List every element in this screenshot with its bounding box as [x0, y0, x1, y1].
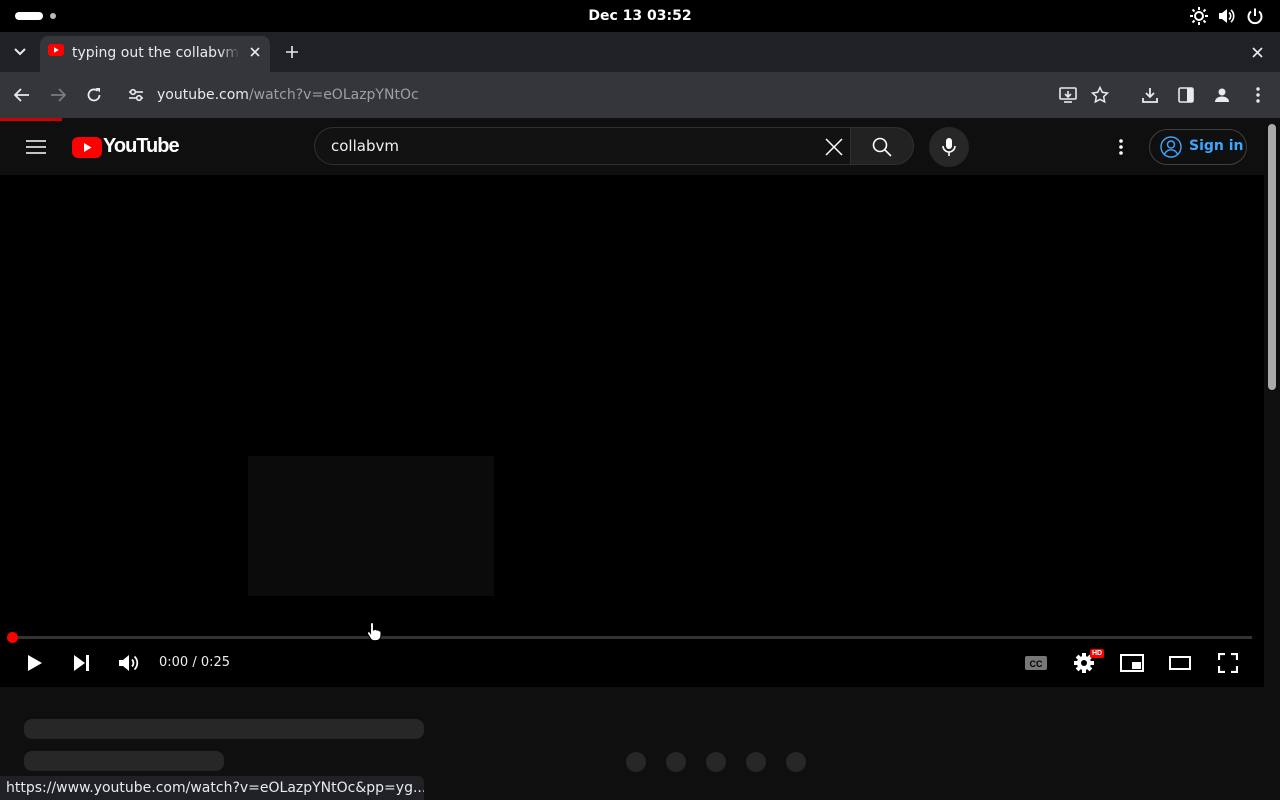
search-value[interactable]: collabvm — [331, 137, 399, 155]
loading-dot — [786, 752, 806, 772]
play-icon[interactable] — [22, 650, 48, 676]
next-video-icon[interactable] — [69, 650, 95, 676]
brightness-icon[interactable] — [1189, 6, 1209, 26]
svg-text:CC: CC — [1030, 659, 1043, 669]
downloads-icon[interactable] — [1139, 84, 1161, 106]
url-path: /watch?v=eOLazpYNtOc — [248, 87, 419, 103]
back-arrow-icon[interactable] — [11, 84, 33, 106]
loading-dot — [626, 752, 646, 772]
tab-title: typing out the collabvm n — [72, 45, 240, 61]
reload-icon[interactable] — [83, 84, 105, 106]
new-tab-icon[interactable] — [282, 42, 302, 62]
settings-kebab-icon[interactable] — [1110, 135, 1132, 159]
video-player[interactable] — [0, 175, 1264, 687]
url-text[interactable]: youtube.com/watch?v=eOLazpYNtOc — [157, 86, 419, 104]
video-overlay-placeholder — [248, 456, 494, 596]
system-clock[interactable]: Dec 13 03:52 — [0, 0, 1280, 32]
time-display: 0:00 / 0:25 — [159, 655, 231, 670]
miniplayer-icon[interactable] — [1119, 650, 1145, 676]
youtube-logo-icon[interactable] — [72, 137, 102, 158]
captions-icon[interactable]: CC — [1023, 650, 1049, 676]
hd-badge: HD — [1090, 649, 1104, 658]
title-skeleton — [24, 719, 424, 739]
hand-cursor-icon — [366, 621, 384, 642]
site-settings-icon[interactable] — [127, 86, 145, 104]
scrollbar-thumb[interactable] — [1268, 124, 1276, 390]
progress-bar[interactable] — [12, 636, 1252, 639]
youtube-favicon-icon — [48, 44, 64, 56]
microphone-icon — [942, 138, 956, 156]
url-host: youtube.com — [157, 87, 249, 103]
loading-dot — [666, 752, 686, 772]
hamburger-menu-icon[interactable] — [24, 135, 48, 159]
side-panel-icon[interactable] — [1175, 84, 1197, 106]
profile-icon[interactable] — [1211, 84, 1233, 106]
search-icon — [870, 135, 894, 159]
channel-skeleton — [24, 751, 224, 771]
loading-dot — [706, 752, 726, 772]
account-circle-icon — [1159, 135, 1183, 159]
theater-mode-icon[interactable] — [1167, 650, 1193, 676]
volume-icon[interactable] — [1216, 6, 1236, 26]
browser-menu-icon[interactable] — [1247, 84, 1269, 106]
fullscreen-icon[interactable] — [1215, 650, 1241, 676]
system-top-bar: Dec 13 03:52 — [0, 0, 1280, 32]
clear-search-icon[interactable] — [822, 135, 846, 159]
voice-search-button[interactable] — [929, 127, 969, 167]
close-tab-icon[interactable] — [246, 43, 264, 61]
youtube-logo-text[interactable]: YouTube — [103, 135, 180, 158]
sign-in-label: Sign in — [1189, 138, 1244, 154]
mute-volume-icon[interactable] — [116, 650, 142, 676]
tab-search-chevron-icon[interactable] — [9, 42, 31, 62]
status-bar-url: https://www.youtube.com/watch?v=eOLazpYN… — [0, 776, 424, 800]
forward-arrow-icon[interactable] — [47, 84, 69, 106]
close-window-icon[interactable] — [1247, 42, 1267, 62]
power-icon[interactable] — [1245, 6, 1265, 26]
install-app-icon[interactable] — [1057, 84, 1079, 106]
bookmark-star-icon[interactable] — [1089, 84, 1111, 106]
loading-dot — [746, 752, 766, 772]
scrubber-handle[interactable] — [7, 632, 18, 643]
